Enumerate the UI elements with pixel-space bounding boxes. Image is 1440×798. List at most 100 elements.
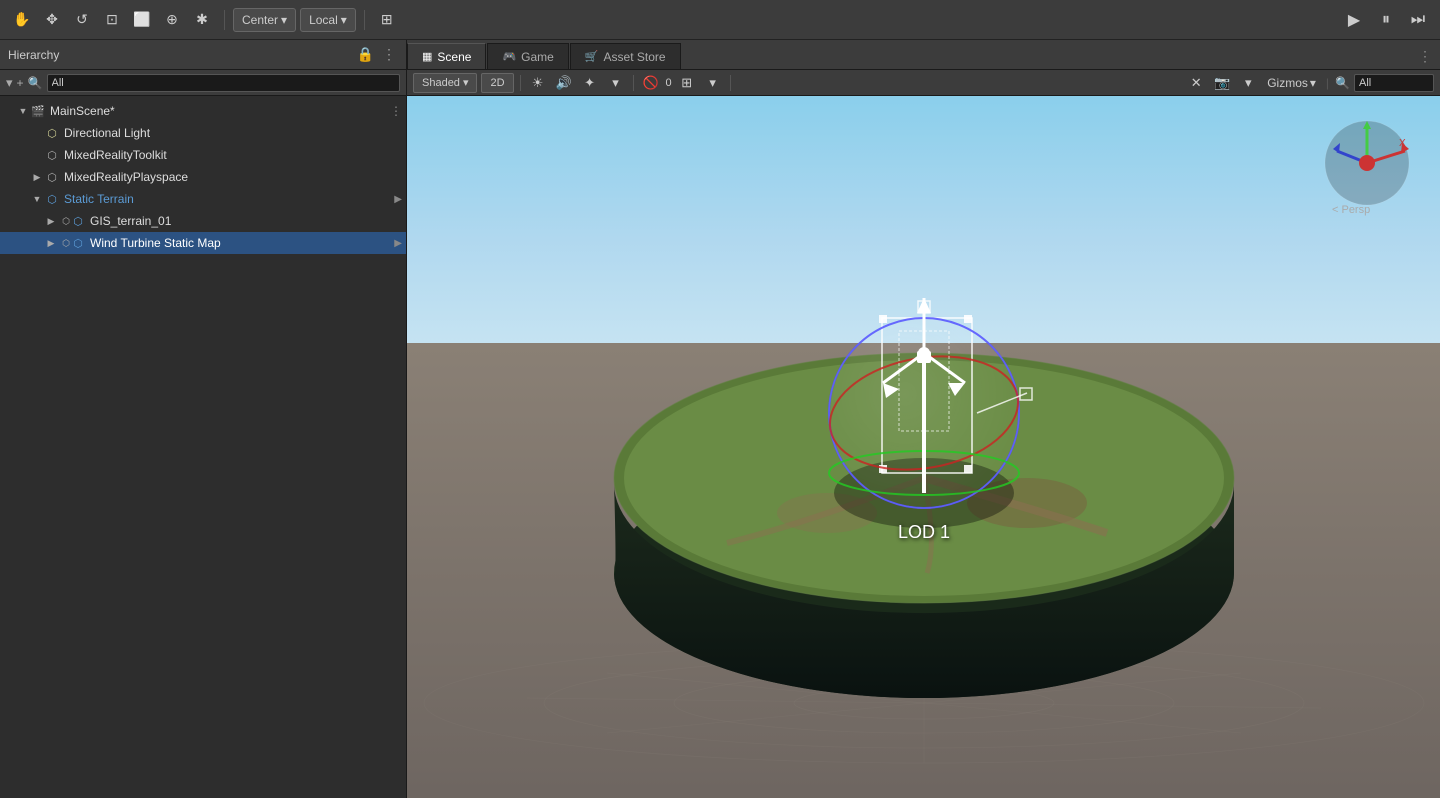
- hierarchy-search-input[interactable]: [47, 74, 401, 92]
- tree-item-gisterrain[interactable]: ▶ ⬡ ⬡ GIS_terrain_01: [0, 210, 406, 232]
- staticterrain-icon: ⬡: [44, 191, 60, 207]
- hierarchy-panel: Hierarchy 🔒 ⋮ ▾ + 🔍 ▼ 🎬 MainScene* ⋮: [0, 40, 407, 798]
- svg-text:LOD 1: LOD 1: [898, 522, 950, 542]
- search-icon: 🔍: [28, 76, 43, 90]
- divider-1: [224, 10, 225, 30]
- step-button[interactable]: ⏭: [1404, 6, 1432, 34]
- mrplayspace-label: MixedRealityPlayspace: [64, 170, 188, 184]
- tree-item-staticterrain[interactable]: ▼ ⬡ Static Terrain ▶: [0, 188, 406, 210]
- expand-arrow-mrplayspace: ▶: [30, 170, 44, 184]
- tree-item-mainscene[interactable]: ▼ 🎬 MainScene* ⋮: [0, 100, 406, 122]
- tab-bar-more[interactable]: ⋮: [1410, 44, 1440, 69]
- tab-bar: ▦ Scene 🎮 Game 🛒 Asset Store ⋮: [407, 40, 1440, 70]
- game-tab-label: Game: [521, 50, 554, 64]
- tools-group: ✋ ✥ ↺ ⊡ ⬜ ⊕ ✱: [8, 6, 216, 34]
- game-tab-icon: 🎮: [502, 50, 516, 63]
- mainscene-icon: 🎬: [30, 103, 46, 119]
- windturbine-label: Wind Turbine Static Map: [90, 236, 221, 250]
- gisterrain-label: GIS_terrain_01: [90, 214, 171, 228]
- hierarchy-lock-btn[interactable]: 🔒: [355, 44, 376, 65]
- dirlight-icon: ⬡: [44, 125, 60, 141]
- hand-tool[interactable]: ✋: [8, 6, 36, 34]
- windturbine-chevron: ▶: [394, 238, 402, 249]
- scene-panel: ▦ Scene 🎮 Game 🛒 Asset Store ⋮ Shaded ▾ …: [407, 40, 1440, 798]
- custom-tool[interactable]: ✱: [188, 6, 216, 34]
- scene-toolbar-right: ✕ 📷 ▾ Gizmos ▾ | 🔍: [1185, 72, 1434, 94]
- expand-arrow-gisterrain: ▶: [44, 214, 58, 228]
- rotate-tool[interactable]: ↺: [68, 6, 96, 34]
- mainscene-more[interactable]: ⋮: [390, 104, 402, 118]
- effects-dropdown-btn[interactable]: ▾: [605, 72, 627, 94]
- dirlight-label: Directional Light: [64, 126, 150, 140]
- scene-tab-label: Scene: [437, 50, 471, 64]
- expand-arrow-dirlight: [30, 126, 44, 140]
- scale-tool[interactable]: ⊡: [98, 6, 126, 34]
- tab-game[interactable]: 🎮 Game: [487, 43, 568, 69]
- scene-search-input[interactable]: [1354, 74, 1434, 92]
- mrtoolkit-label: MixedRealityToolkit: [64, 148, 167, 162]
- search-scene-icon: 🔍: [1335, 76, 1350, 90]
- camera-icon-btn[interactable]: 📷: [1211, 72, 1233, 94]
- light-icon-btn[interactable]: ☀: [527, 72, 549, 94]
- effects-icon-btn[interactable]: ✦: [579, 72, 601, 94]
- local-chevron: ▾: [341, 13, 347, 27]
- local-label: Local: [309, 13, 338, 27]
- shaded-dropdown[interactable]: Shaded ▾: [413, 73, 477, 93]
- extra-tool[interactable]: ⊞: [373, 6, 401, 34]
- hierarchy-header-icons: 🔒 ⋮: [355, 44, 398, 65]
- audio-icon-btn[interactable]: 🔊: [553, 72, 575, 94]
- gisterrain-icon2: ⬡: [70, 213, 86, 229]
- play-button[interactable]: ▶: [1340, 6, 1368, 34]
- hidden-layers-btn[interactable]: 🚫: [640, 72, 662, 94]
- cross-icon-btn[interactable]: ✕: [1185, 72, 1207, 94]
- assetstore-tab-icon: 🛒: [585, 50, 599, 63]
- gizmos-label: Gizmos: [1267, 76, 1308, 90]
- hierarchy-header: Hierarchy 🔒 ⋮: [0, 40, 406, 70]
- tab-assetstore[interactable]: 🛒 Asset Store: [570, 43, 681, 69]
- rect-tool[interactable]: ⬜: [128, 6, 156, 34]
- camera-dropdown-btn[interactable]: ▾: [1237, 72, 1259, 94]
- tree-item-mrtoolkit[interactable]: ⬡ MixedRealityToolkit: [0, 144, 406, 166]
- expand-arrow-staticterrain: ▼: [30, 192, 44, 206]
- toolbar-divider-2: [633, 75, 634, 91]
- layer-counter: 0: [666, 77, 672, 89]
- local-dropdown[interactable]: Local ▾: [300, 8, 356, 32]
- tab-scene[interactable]: ▦ Scene: [407, 43, 486, 69]
- gizmos-dropdown[interactable]: Gizmos ▾: [1263, 76, 1320, 90]
- center-dropdown[interactable]: Center ▾: [233, 8, 296, 32]
- staticterrain-chevron: ▶: [394, 194, 402, 205]
- add-label: +: [17, 76, 24, 90]
- mrtoolkit-icon: ⬡: [44, 147, 60, 163]
- mainscene-label: MainScene*: [50, 104, 115, 118]
- center-chevron: ▾: [281, 13, 287, 27]
- expand-arrow-windturbine: ▶: [44, 236, 58, 250]
- pivot-tool[interactable]: ⊕: [158, 6, 186, 34]
- playbar: ▶ ⏸ ⏭: [1340, 6, 1432, 34]
- grid-dropdown[interactable]: ▾: [702, 72, 724, 94]
- scene-viewport[interactable]: LOD 1 X < Persp: [407, 96, 1440, 798]
- top-toolbar: ✋ ✥ ↺ ⊡ ⬜ ⊕ ✱ Center ▾ Local ▾ ⊞ ▶ ⏸ ⏭: [0, 0, 1440, 40]
- tree-item-windturbine[interactable]: ▶ ⬡ ⬡ Wind Turbine Static Map ▶: [0, 232, 406, 254]
- center-label: Center: [242, 13, 278, 27]
- windturbine-icon2: ⬡: [70, 235, 86, 251]
- main-layout: Hierarchy 🔒 ⋮ ▾ + 🔍 ▼ 🎬 MainScene* ⋮: [0, 40, 1440, 798]
- shaded-chevron: ▾: [463, 76, 469, 89]
- hierarchy-tree: ▼ 🎬 MainScene* ⋮ ⬡ Directional Light ⬡ M…: [0, 96, 406, 798]
- svg-text:< Persp: < Persp: [1332, 204, 1370, 216]
- svg-text:X: X: [1399, 138, 1406, 149]
- pause-button[interactable]: ⏸: [1372, 6, 1400, 34]
- tree-item-mrplayspace[interactable]: ▶ ⬡ MixedRealityPlayspace: [0, 166, 406, 188]
- grid-btn[interactable]: ⊞: [676, 72, 698, 94]
- move-tool[interactable]: ✥: [38, 6, 66, 34]
- staticterrain-label: Static Terrain: [64, 192, 134, 206]
- assetstore-tab-label: Asset Store: [604, 50, 666, 64]
- hierarchy-title: Hierarchy: [8, 48, 59, 62]
- shaded-label: Shaded: [422, 77, 460, 89]
- hierarchy-search-bar: ▾ + 🔍: [0, 70, 406, 96]
- add-icon: ▾: [6, 75, 13, 91]
- expand-arrow-mainscene: ▼: [16, 104, 30, 118]
- tree-item-dirlight[interactable]: ⬡ Directional Light: [0, 122, 406, 144]
- scene-toolbar: Shaded ▾ 2D ☀ 🔊 ✦ ▾ 🚫 0 ⊞ ▾ ✕ 📷 ▾ Gizmos: [407, 70, 1440, 96]
- hierarchy-more-btn[interactable]: ⋮: [380, 44, 398, 65]
- 2d-button[interactable]: 2D: [481, 73, 513, 93]
